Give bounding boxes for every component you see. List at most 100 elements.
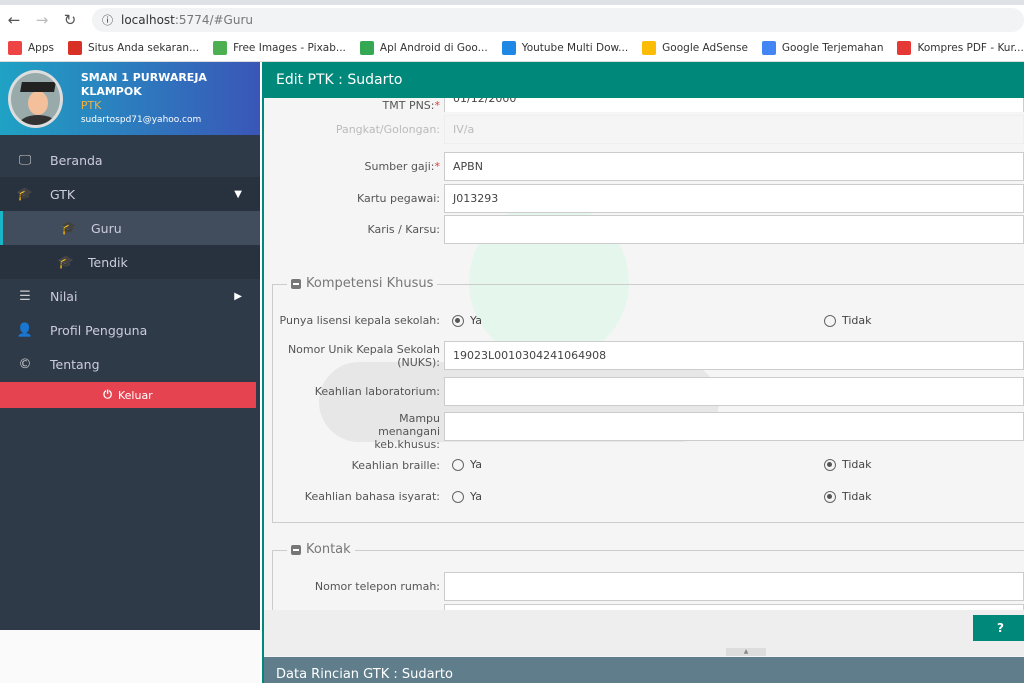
sidebar-item-label: Beranda (50, 152, 103, 168)
telepon-input[interactable] (444, 572, 1024, 601)
sidebar-item-label: Profil Pengguna (50, 322, 148, 338)
sidebar-item-gtk[interactable]: 🎓 GTK ▼ (0, 177, 260, 211)
sidebar-item-label: Nilai (50, 288, 78, 304)
isyarat-label: Keahlian bahasa isyarat: (304, 489, 440, 503)
bookmark-item[interactable]: Apl Android di Goo... (359, 41, 488, 55)
karis-input[interactable] (444, 215, 1024, 244)
braille-ya-radio[interactable]: Ya (452, 458, 482, 471)
kompetensi-legend[interactable]: Kompetensi Khusus (287, 276, 438, 291)
youtube-downloader-icon (501, 41, 516, 55)
lisensi-label: Punya lisensi kepala sekolah: (279, 313, 440, 327)
sidebar-item-tendik[interactable]: 🎓 Tendik (0, 245, 260, 279)
lab-input[interactable] (444, 377, 1024, 406)
nuks-label: Nomor Unik Kepala Sekolah (NUKS): (287, 342, 440, 369)
url-input[interactable]: ⓘ localhost:5774/#Guru (92, 8, 1024, 32)
bookmark-item[interactable]: Google Terjemahan (761, 41, 884, 55)
sidebar-item-nilai[interactable]: ☰ Nilai ▶ (0, 279, 260, 313)
bookmark-label: Kompres PDF - Kur... (917, 42, 1024, 54)
power-icon: ⏻ (103, 388, 112, 401)
bookmark-item[interactable]: Free Images - Pixab... (213, 41, 346, 55)
sidebar: SMAN 1 PURWAREJA KLAMPOK PTK sudartospd7… (0, 62, 260, 630)
collapse-icon[interactable] (291, 544, 301, 555)
telepon-label: Nomor telepon rumah: (314, 580, 440, 593)
user-email: sudartospd71@yahoo.com (80, 114, 202, 125)
list-icon: ☰ (19, 288, 31, 304)
back-icon[interactable]: ← (0, 11, 28, 29)
bookmark-item[interactable]: Youtube Multi Dow... (501, 41, 629, 55)
form-footer: ? ▲ (264, 610, 1024, 656)
karis-label: Karis / Karsu: (367, 223, 440, 236)
question-icon: ? (997, 621, 1004, 635)
user-role: PTK (80, 98, 102, 112)
lisensi-tidak-radio[interactable]: Tidak (824, 314, 872, 327)
bookmark-item[interactable]: Situs Anda sekaran... (67, 41, 200, 55)
logout-label: Keluar (117, 388, 153, 402)
school-name: SMAN 1 PURWAREJA KLAMPOK (80, 70, 207, 98)
pangkat-input: IV/a (444, 115, 1024, 144)
sidebar-below (0, 630, 260, 683)
forward-icon[interactable]: → (28, 11, 56, 29)
bookmarks-bar: Apps Situs Anda sekaran... Free Images - P… (0, 35, 1024, 62)
resize-handle[interactable]: ▲ (726, 648, 766, 656)
sidebar-item-profil[interactable]: 👤 Profil Pengguna (0, 313, 260, 347)
detail-panel-title[interactable]: Data Rincian GTK : Sudarto (264, 657, 1024, 683)
sidebar-item-label: Tentang (50, 356, 100, 372)
lab-label: Keahlian laboratorium: (314, 385, 440, 398)
caret-down-icon: ▼ (234, 188, 242, 200)
bookmark-item[interactable]: Apps (8, 41, 54, 55)
monitor-icon: 🖵 (18, 152, 32, 168)
sidebar-item-label: Tendik (88, 254, 128, 270)
url-host: localhost (121, 13, 175, 27)
braille-label: Keahlian braille: (351, 458, 440, 472)
bookmark-label: Situs Anda sekaran... (87, 42, 200, 54)
sidebar-item-label: Guru (91, 220, 122, 236)
google-translate-icon (761, 41, 776, 55)
google-play-icon (359, 41, 374, 55)
gmail-icon (67, 41, 82, 55)
adsense-icon (642, 41, 657, 55)
sidebar-item-beranda[interactable]: 🖵 Beranda (0, 143, 260, 177)
reload-icon[interactable]: ↻ (56, 11, 84, 29)
url-path: :5774/#Guru (174, 13, 253, 27)
avatar (8, 69, 63, 128)
help-button[interactable]: ? (973, 615, 1024, 641)
keb-input[interactable] (444, 412, 1024, 441)
edit-ptk-panel: Edit PTK : Sudarto TMT PNS:* 01/12/2000 P… (262, 62, 1024, 683)
sumber-gaji-label: Sumber gaji:* (364, 160, 440, 173)
sidebar-item-tentang[interactable]: © Tentang (0, 347, 260, 381)
kartu-pegawai-input[interactable]: J013293 (444, 184, 1024, 213)
collapse-icon[interactable] (291, 278, 301, 289)
isyarat-ya-radio[interactable]: Ya (452, 490, 482, 503)
apps-grid-icon (8, 41, 22, 55)
caret-right-icon: ▶ (234, 290, 242, 302)
bookmark-item[interactable]: Kompres PDF - Kur... (897, 41, 1024, 55)
address-bar-row: ← → ↻ ⓘ localhost:5774/#Guru (0, 5, 1024, 35)
bookmark-label: Youtube Multi Dow... (521, 42, 629, 54)
graduation-cap-icon: 🎓 (16, 186, 34, 202)
bookmark-label: Google AdSense (662, 42, 748, 54)
bookmark-item[interactable]: Google AdSense (642, 41, 748, 55)
user-icon: 👤 (16, 322, 34, 338)
tmt-pns-input[interactable]: 01/12/2000 (444, 98, 1024, 112)
lisensi-ya-radio[interactable]: Ya (452, 314, 482, 327)
pdf-icon (897, 41, 912, 55)
kartu-pegawai-label: Kartu pegawai: (356, 192, 440, 205)
graduation-cap-icon: 🎓 (60, 220, 77, 236)
sidebar-item-guru[interactable]: 🎓 Guru (0, 211, 260, 245)
kontak-legend[interactable]: Kontak (287, 542, 355, 557)
tmt-pns-label: TMT PNS:* (382, 98, 440, 112)
logout-button[interactable]: ⏻ Keluar (0, 382, 256, 408)
sumber-gaji-select[interactable]: APBN (444, 152, 1024, 181)
page-title: Edit PTK : Sudarto (264, 62, 1024, 98)
isyarat-tidak-radio[interactable]: Tidak (824, 490, 872, 503)
braille-tidak-radio[interactable]: Tidak (824, 458, 872, 471)
graduation-cap-icon: 🎓 (57, 254, 74, 270)
pixabay-icon (213, 41, 228, 55)
bookmark-label: Apl Android di Goo... (379, 42, 488, 54)
bookmark-label: Google Terjemahan (781, 42, 884, 54)
profile-header: SMAN 1 PURWAREJA KLAMPOK PTK sudartospd7… (0, 62, 260, 135)
bookmark-label: Apps (28, 42, 54, 54)
info-icon[interactable]: ⓘ (102, 12, 113, 28)
nuks-input[interactable]: 19023L0010304241064908 (444, 341, 1024, 370)
keb-label: Mampu menangani keb.khusus: (374, 412, 440, 451)
